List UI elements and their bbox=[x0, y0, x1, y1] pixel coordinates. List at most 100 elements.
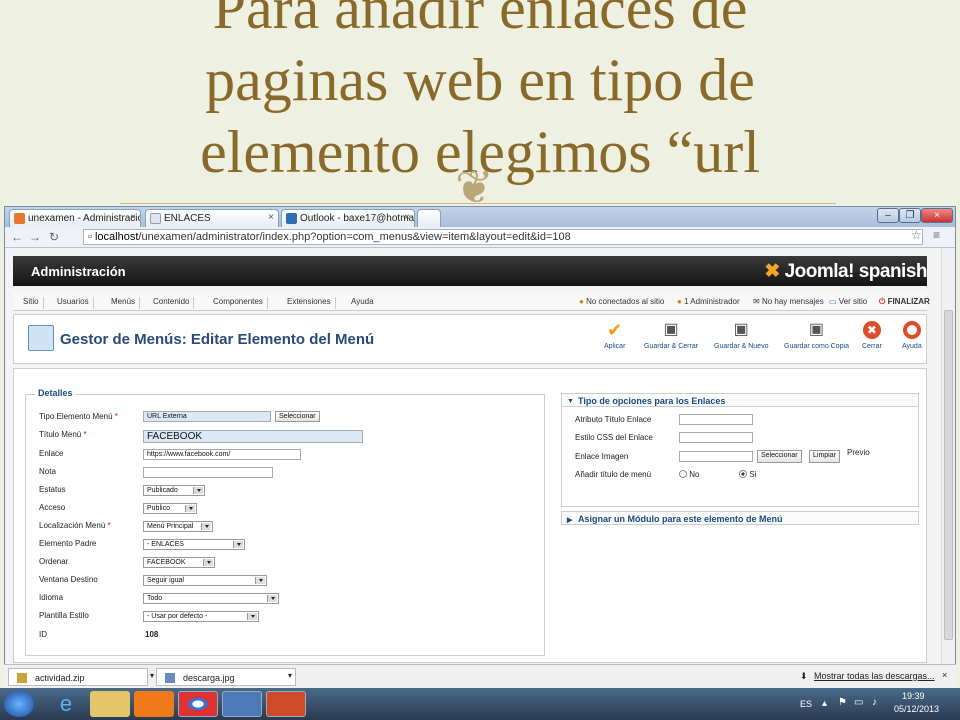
tab-label: unexamen - Administració bbox=[28, 213, 141, 224]
tab-enlaces[interactable]: ENLACES × bbox=[145, 209, 279, 227]
reload-icon[interactable]: ↻ bbox=[49, 230, 59, 244]
image-input[interactable] bbox=[679, 451, 753, 462]
tab-label: Outlook - baxe17@hotma bbox=[300, 213, 415, 224]
title-attr-input[interactable] bbox=[679, 414, 753, 425]
radio-yes[interactable]: Si bbox=[739, 470, 756, 479]
downloads-bar: actividad.zip ▾ descarga.jpg ▾ ⬇ Mostrar… bbox=[4, 664, 956, 688]
close-window-button[interactable]: × bbox=[921, 208, 953, 223]
menu-manager-icon bbox=[28, 325, 54, 351]
clear-image-button[interactable]: Limpiar bbox=[809, 450, 840, 463]
title-input[interactable]: FACEBOOK bbox=[143, 430, 363, 443]
select-type-button[interactable]: Seleccionar bbox=[275, 411, 320, 422]
note-input[interactable] bbox=[143, 467, 273, 478]
radio-checked-icon bbox=[739, 470, 747, 478]
help-button[interactable]: Ayuda bbox=[902, 321, 922, 350]
style-select[interactable]: - Usar por defecto - bbox=[143, 611, 259, 622]
scroll-thumb[interactable] bbox=[944, 310, 953, 640]
link-input[interactable]: https://www.facebook.com/ bbox=[143, 449, 301, 460]
module-header[interactable]: ▶ Asignar un Módulo para este elemento de… bbox=[561, 511, 919, 525]
chrome-icon[interactable] bbox=[178, 691, 218, 717]
language-select[interactable]: Todo bbox=[143, 593, 279, 604]
status-select[interactable]: Publicado bbox=[143, 485, 205, 496]
vertical-scrollbar[interactable] bbox=[941, 248, 955, 665]
menu-menus[interactable]: Menús bbox=[107, 297, 141, 309]
chevron-down-icon bbox=[205, 525, 209, 528]
powerpoint-icon[interactable] bbox=[266, 691, 306, 717]
message-icon: ✉ bbox=[753, 297, 760, 306]
close-icon[interactable]: × bbox=[942, 670, 947, 680]
menu-select[interactable]: Menú Principal bbox=[143, 521, 213, 532]
style-label: Plantilla Estilo bbox=[39, 611, 89, 620]
triangle-down-icon: ▼ bbox=[567, 398, 574, 405]
user-icon: ● bbox=[677, 297, 682, 306]
close-button[interactable]: ✖ Cerrar bbox=[862, 321, 882, 350]
network-icon[interactable]: ▭ bbox=[854, 697, 863, 708]
back-icon[interactable]: ← bbox=[11, 230, 23, 244]
css-input[interactable] bbox=[679, 432, 753, 443]
details-legend: Detalles bbox=[35, 388, 76, 398]
chevron-down-icon[interactable]: ▾ bbox=[150, 671, 154, 680]
menu-contenido[interactable]: Contenido bbox=[149, 297, 195, 309]
save-copy-button[interactable]: ▣ Guardar como Copia bbox=[784, 321, 849, 350]
star-icon[interactable]: ☆ bbox=[911, 228, 922, 242]
note-label: Nota bbox=[39, 467, 56, 476]
apply-button[interactable]: ✔ Aplicar bbox=[604, 321, 625, 350]
tray-arrow-icon[interactable]: ▴ bbox=[822, 698, 827, 709]
close-tab-icon[interactable]: × bbox=[268, 212, 274, 223]
language-indicator[interactable]: ES bbox=[800, 699, 812, 709]
forward-icon[interactable]: → bbox=[29, 230, 41, 244]
parent-select[interactable]: - ENLACES bbox=[143, 539, 245, 550]
image-file-icon bbox=[165, 673, 175, 683]
online-status: ● No conectados al sitio bbox=[579, 297, 665, 306]
menu-usuarios[interactable]: Usuarios bbox=[53, 297, 94, 309]
joomla-logo: ✖ Joomla! spanish bbox=[764, 261, 927, 282]
ie-icon[interactable]: e bbox=[46, 691, 86, 717]
menu-extensiones[interactable]: Extensiones bbox=[283, 297, 336, 309]
menu-ayuda[interactable]: Ayuda bbox=[347, 297, 378, 309]
id-label: ID bbox=[39, 630, 47, 639]
tab-outlook[interactable]: Outlook - baxe17@hotma × bbox=[281, 209, 415, 227]
new-tab-button[interactable] bbox=[417, 209, 441, 227]
minimize-button[interactable]: – bbox=[877, 208, 899, 223]
outlook-icon bbox=[286, 213, 297, 224]
parent-label: Elemento Padre bbox=[39, 539, 97, 548]
target-label: Ventana Destino bbox=[39, 575, 98, 584]
explorer-icon[interactable] bbox=[222, 691, 262, 717]
menu-componentes[interactable]: Componentes bbox=[209, 297, 268, 309]
select-image-button[interactable]: Seleccionar bbox=[757, 450, 802, 463]
image-label: Enlace Imagen bbox=[575, 452, 629, 461]
flag-icon[interactable]: ⚑ bbox=[838, 697, 847, 708]
download-item-jpg[interactable]: descarga.jpg bbox=[156, 668, 296, 686]
url-host: localhost bbox=[94, 231, 139, 243]
start-button[interactable] bbox=[4, 691, 34, 717]
admin-count: ● 1 Administrador bbox=[677, 297, 740, 306]
menu-sitio[interactable]: Sitio bbox=[19, 297, 44, 309]
close-tab-icon[interactable]: × bbox=[404, 212, 410, 223]
chevron-down-icon bbox=[189, 507, 193, 510]
folder-icon[interactable] bbox=[90, 691, 130, 717]
access-select[interactable]: Publico bbox=[143, 503, 197, 514]
volume-icon[interactable]: ♪ bbox=[872, 697, 877, 708]
save-new-button[interactable]: ▣ Guardar & Nuevo bbox=[714, 321, 768, 350]
download-item-zip[interactable]: actividad.zip bbox=[8, 668, 148, 686]
slide-title-line-2: paginas web en tipo de bbox=[205, 47, 755, 113]
logout-link[interactable]: ⏻ FINALIZAR bbox=[879, 297, 930, 307]
menu-icon[interactable]: ≡ bbox=[933, 228, 940, 242]
clock-time[interactable]: 19:39 bbox=[902, 691, 925, 701]
radio-no[interactable]: No bbox=[679, 470, 699, 479]
status-label: Estatus bbox=[39, 485, 66, 494]
tab-unexamen[interactable]: unexamen - Administració × bbox=[9, 209, 141, 227]
target-select[interactable]: Seguir igual bbox=[143, 575, 267, 586]
view-site-link[interactable]: ▭ Ver sitio bbox=[829, 297, 867, 306]
order-select[interactable]: FACEBOOK bbox=[143, 557, 215, 568]
show-all-downloads-link[interactable]: Mostrar todas las descargas... bbox=[814, 671, 935, 681]
close-tab-icon[interactable]: × bbox=[130, 212, 136, 223]
maximize-button[interactable]: ❐ bbox=[899, 208, 921, 223]
media-player-icon[interactable] bbox=[134, 691, 174, 717]
clock-date[interactable]: 05/12/2013 bbox=[894, 704, 939, 714]
save-close-button[interactable]: ▣ Guardar & Cerrar bbox=[644, 321, 698, 350]
link-options-header[interactable]: ▼ Tipo de opciones para los Enlaces bbox=[561, 393, 919, 407]
url-input[interactable]: ▫ localhost/unexamen/administrator/index… bbox=[83, 229, 923, 245]
chevron-down-icon[interactable]: ▾ bbox=[288, 671, 292, 680]
save-icon: ▣ bbox=[663, 321, 679, 338]
